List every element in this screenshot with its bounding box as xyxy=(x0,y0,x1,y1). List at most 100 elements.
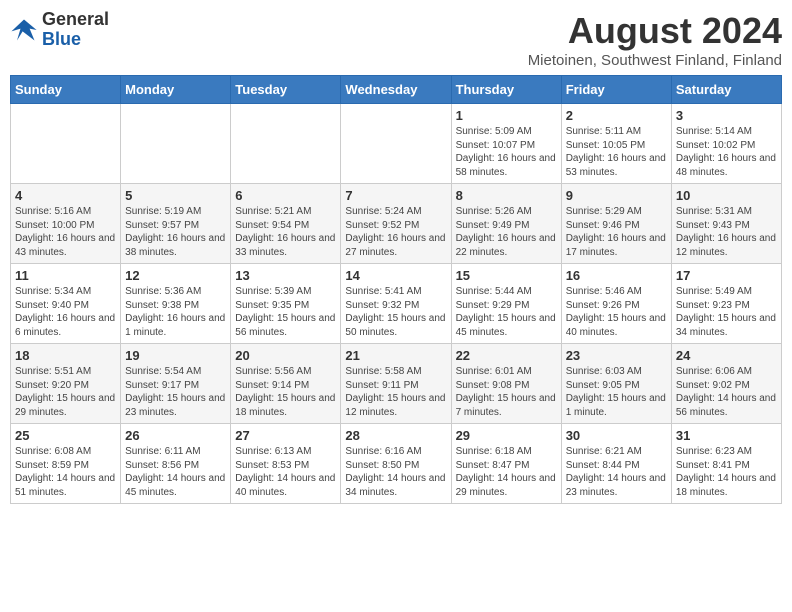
day-number: 27 xyxy=(235,428,336,443)
day-number: 22 xyxy=(456,348,557,363)
logo-icon xyxy=(10,16,38,44)
day-number: 24 xyxy=(676,348,777,363)
day-number: 25 xyxy=(15,428,116,443)
page-header: General Blue August 2024 Mietoinen, Sout… xyxy=(10,10,782,69)
day-number: 20 xyxy=(235,348,336,363)
calendar-cell: 1 Sunrise: 5:09 AMSunset: 10:07 PMDayligh… xyxy=(451,104,561,184)
day-info: Sunrise: 5:26 AMSunset: 9:49 PMDaylight:… xyxy=(456,205,557,259)
week-row-3: 11 Sunrise: 5:34 AMSunset: 9:40 PMDayligh… xyxy=(11,264,782,344)
calendar-cell xyxy=(341,104,451,184)
day-header-thursday: Thursday xyxy=(451,76,561,104)
calendar-cell: 27 Sunrise: 6:13 AMSunset: 8:53 PMDayligh… xyxy=(231,424,341,504)
day-info: Sunrise: 5:36 AMSunset: 9:38 PMDaylight:… xyxy=(125,285,226,339)
day-number: 26 xyxy=(125,428,226,443)
day-info: Sunrise: 6:01 AMSunset: 9:08 PMDaylight:… xyxy=(456,365,557,419)
day-number: 10 xyxy=(676,188,777,203)
calendar-cell: 9 Sunrise: 5:29 AMSunset: 9:46 PMDaylight… xyxy=(561,184,671,264)
calendar-cell: 23Sunrise: 6:03 AMSunset: 9:05 PMDayligh… xyxy=(561,344,671,424)
calendar-table: SundayMondayTuesdayWednesdayThursdayFrid… xyxy=(10,75,782,504)
day-info: Sunrise: 6:23 AMSunset: 8:41 PMDaylight:… xyxy=(676,445,777,499)
calendar-cell: 26 Sunrise: 6:11 AMSunset: 8:56 PMDayligh… xyxy=(121,424,231,504)
day-number: 16 xyxy=(566,268,667,283)
logo-text: General Blue xyxy=(42,10,109,50)
day-number: 6 xyxy=(235,188,336,203)
week-row-1: 1 Sunrise: 5:09 AMSunset: 10:07 PMDayligh… xyxy=(11,104,782,184)
logo-general: General xyxy=(42,9,109,29)
calendar-cell: 16 Sunrise: 5:46 AMSunset: 9:26 PMDayligh… xyxy=(561,264,671,344)
day-header-sunday: Sunday xyxy=(11,76,121,104)
calendar-cell: 15Sunrise: 5:44 AMSunset: 9:29 PMDayligh… xyxy=(451,264,561,344)
calendar-cell: 2 Sunrise: 5:11 AMSunset: 10:05 PMDayligh… xyxy=(561,104,671,184)
week-row-4: 18Sunrise: 5:51 AMSunset: 9:20 PMDayligh… xyxy=(11,344,782,424)
calendar-cell xyxy=(11,104,121,184)
day-info: Sunrise: 5:09 AMSunset: 10:07 PMDaylight… xyxy=(456,125,557,179)
calendar-header-row: SundayMondayTuesdayWednesdayThursdayFrid… xyxy=(11,76,782,104)
day-info: Sunrise: 5:31 AMSunset: 9:43 PMDaylight:… xyxy=(676,205,777,259)
calendar-cell: 30Sunrise: 6:21 AMSunset: 8:44 PMDayligh… xyxy=(561,424,671,504)
day-number: 28 xyxy=(345,428,446,443)
day-info: Sunrise: 6:11 AMSunset: 8:56 PMDaylight:… xyxy=(125,445,226,499)
calendar-cell xyxy=(231,104,341,184)
day-info: Sunrise: 6:06 AMSunset: 9:02 PMDaylight:… xyxy=(676,365,777,419)
calendar-cell: 29Sunrise: 6:18 AMSunset: 8:47 PMDayligh… xyxy=(451,424,561,504)
day-number: 1 xyxy=(456,108,557,123)
day-info: Sunrise: 6:13 AMSunset: 8:53 PMDaylight:… xyxy=(235,445,336,499)
day-info: Sunrise: 5:29 AMSunset: 9:46 PMDaylight:… xyxy=(566,205,667,259)
calendar-cell: 18Sunrise: 5:51 AMSunset: 9:20 PMDayligh… xyxy=(11,344,121,424)
calendar-cell: 24 Sunrise: 6:06 AMSunset: 9:02 PMDayligh… xyxy=(671,344,781,424)
calendar-cell: 5Sunrise: 5:19 AMSunset: 9:57 PMDaylight… xyxy=(121,184,231,264)
calendar-cell: 10 Sunrise: 5:31 AMSunset: 9:43 PMDayligh… xyxy=(671,184,781,264)
day-info: Sunrise: 5:49 AMSunset: 9:23 PMDaylight:… xyxy=(676,285,777,339)
day-number: 21 xyxy=(345,348,446,363)
calendar-cell: 8Sunrise: 5:26 AMSunset: 9:49 PMDaylight… xyxy=(451,184,561,264)
calendar-title: August 2024 xyxy=(528,10,782,52)
day-info: Sunrise: 5:21 AMSunset: 9:54 PMDaylight:… xyxy=(235,205,336,259)
day-number: 4 xyxy=(15,188,116,203)
day-header-monday: Monday xyxy=(121,76,231,104)
day-number: 30 xyxy=(566,428,667,443)
week-row-2: 4 Sunrise: 5:16 AMSunset: 10:00 PMDayligh… xyxy=(11,184,782,264)
calendar-cell: 7 Sunrise: 5:24 AMSunset: 9:52 PMDaylight… xyxy=(341,184,451,264)
day-header-saturday: Saturday xyxy=(671,76,781,104)
day-header-tuesday: Tuesday xyxy=(231,76,341,104)
day-number: 13 xyxy=(235,268,336,283)
day-number: 7 xyxy=(345,188,446,203)
day-number: 31 xyxy=(676,428,777,443)
day-info: Sunrise: 5:41 AMSunset: 9:32 PMDaylight:… xyxy=(345,285,446,339)
day-info: Sunrise: 5:54 AMSunset: 9:17 PMDaylight:… xyxy=(125,365,226,419)
logo: General Blue xyxy=(10,10,109,50)
logo-blue: Blue xyxy=(42,29,81,49)
day-number: 14 xyxy=(345,268,446,283)
day-number: 11 xyxy=(15,268,116,283)
day-number: 12 xyxy=(125,268,226,283)
day-info: Sunrise: 6:16 AMSunset: 8:50 PMDaylight:… xyxy=(345,445,446,499)
day-number: 2 xyxy=(566,108,667,123)
day-info: Sunrise: 6:03 AMSunset: 9:05 PMDaylight:… xyxy=(566,365,667,419)
calendar-cell: 11 Sunrise: 5:34 AMSunset: 9:40 PMDayligh… xyxy=(11,264,121,344)
day-info: Sunrise: 5:44 AMSunset: 9:29 PMDaylight:… xyxy=(456,285,557,339)
calendar-cell: 31 Sunrise: 6:23 AMSunset: 8:41 PMDayligh… xyxy=(671,424,781,504)
day-info: Sunrise: 5:24 AMSunset: 9:52 PMDaylight:… xyxy=(345,205,446,259)
calendar-cell: 4 Sunrise: 5:16 AMSunset: 10:00 PMDayligh… xyxy=(11,184,121,264)
day-number: 19 xyxy=(125,348,226,363)
day-header-wednesday: Wednesday xyxy=(341,76,451,104)
calendar-cell xyxy=(121,104,231,184)
calendar-cell: 17 Sunrise: 5:49 AMSunset: 9:23 PMDayligh… xyxy=(671,264,781,344)
calendar-cell: 21Sunrise: 5:58 AMSunset: 9:11 PMDayligh… xyxy=(341,344,451,424)
day-info: Sunrise: 5:11 AMSunset: 10:05 PMDaylight… xyxy=(566,125,667,179)
day-info: Sunrise: 5:14 AMSunset: 10:02 PMDaylight… xyxy=(676,125,777,179)
day-info: Sunrise: 5:34 AMSunset: 9:40 PMDaylight:… xyxy=(15,285,116,339)
day-number: 9 xyxy=(566,188,667,203)
day-info: Sunrise: 5:16 AMSunset: 10:00 PMDaylight… xyxy=(15,205,116,259)
calendar-cell: 20 Sunrise: 5:56 AMSunset: 9:14 PMDayligh… xyxy=(231,344,341,424)
day-info: Sunrise: 6:18 AMSunset: 8:47 PMDaylight:… xyxy=(456,445,557,499)
calendar-cell: 3Sunrise: 5:14 AMSunset: 10:02 PMDayligh… xyxy=(671,104,781,184)
calendar-cell: 6 Sunrise: 5:21 AMSunset: 9:54 PMDaylight… xyxy=(231,184,341,264)
day-info: Sunrise: 5:56 AMSunset: 9:14 PMDaylight:… xyxy=(235,365,336,419)
calendar-cell: 22 Sunrise: 6:01 AMSunset: 9:08 PMDayligh… xyxy=(451,344,561,424)
day-info: Sunrise: 5:46 AMSunset: 9:26 PMDaylight:… xyxy=(566,285,667,339)
day-number: 5 xyxy=(125,188,226,203)
day-info: Sunrise: 5:51 AMSunset: 9:20 PMDaylight:… xyxy=(15,365,116,419)
day-number: 17 xyxy=(676,268,777,283)
day-info: Sunrise: 5:39 AMSunset: 9:35 PMDaylight:… xyxy=(235,285,336,339)
